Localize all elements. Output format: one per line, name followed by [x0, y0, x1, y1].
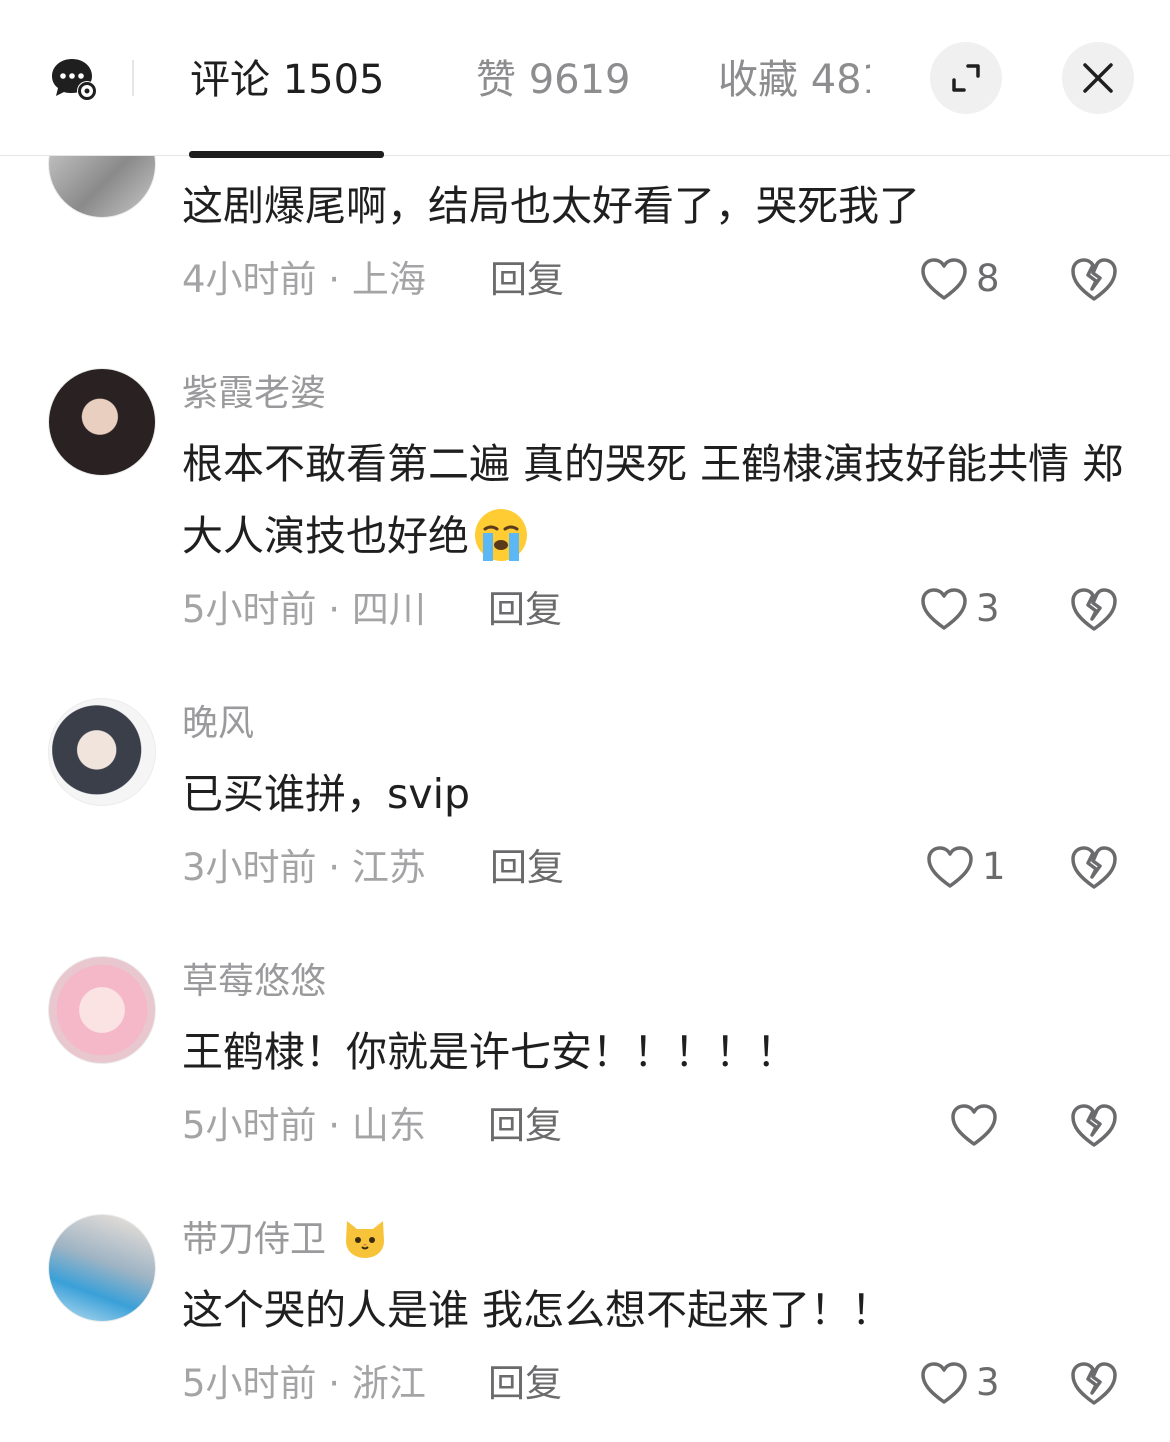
cat-face-icon	[346, 1221, 385, 1258]
crying-face-icon	[475, 509, 527, 561]
tab-likes[interactable]: 赞 9619	[476, 56, 631, 104]
comment-panel-header: 评论 1505 赞 9619 收藏 481	[0, 0, 1170, 158]
reply-button[interactable]: 回复	[488, 1104, 562, 1148]
comment-time: 4小时前	[182, 258, 317, 301]
like-button[interactable]: 3	[920, 586, 1000, 632]
heart-icon	[921, 1362, 967, 1404]
comment-text: 这个哭的人是谁 我怎么想不起来了！！	[182, 1286, 893, 1334]
tab-comments[interactable]: 评论 1505	[190, 56, 385, 104]
close-button[interactable]	[1062, 42, 1134, 114]
meta-separator: ·	[316, 258, 352, 301]
comment-time: 5小时前	[182, 1362, 317, 1405]
expand-button[interactable]	[930, 42, 1002, 114]
meta-separator: ·	[316, 588, 352, 631]
heart-icon	[927, 846, 973, 888]
expand-icon	[952, 64, 980, 92]
comment-meta: 5小时前 · 山东	[182, 1104, 426, 1148]
like-button[interactable]: 3	[920, 1360, 1000, 1406]
reply-button[interactable]: 回复	[490, 846, 564, 890]
comment-username[interactable]: 晚风	[182, 702, 254, 746]
comment-location: 山东	[351, 1104, 426, 1147]
heart-icon	[921, 258, 967, 300]
comment-text-content: 根本不敢看第二遍 真的哭死 王鹤棣演技好能共情 郑大人演技也好绝	[182, 440, 1124, 560]
comment-location: 四川	[351, 588, 426, 631]
comment-location: 浙江	[351, 1362, 426, 1405]
tab-favorites[interactable]: 收藏 481	[718, 56, 870, 104]
reply-button[interactable]: 回复	[488, 588, 562, 632]
avatar[interactable]	[48, 956, 156, 1064]
broken-heart-icon[interactable]	[1070, 1360, 1118, 1406]
like-button[interactable]: 8	[920, 256, 1000, 302]
comment-text: 这剧爆尾啊，结局也太好看了，哭死我了	[182, 182, 920, 230]
broken-heart-icon[interactable]	[1070, 844, 1118, 890]
chat-settings-icon[interactable]	[50, 57, 98, 101]
comment-username[interactable]: 紫霞老婆	[182, 372, 326, 416]
active-tab-indicator	[189, 151, 384, 158]
avatar[interactable]	[48, 1214, 156, 1322]
avatar[interactable]	[48, 698, 156, 806]
comment-meta: 4小时前 · 上海	[182, 258, 426, 302]
comment-text: 根本不敢看第二遍 真的哭死 王鹤棣演技好能共情 郑大人演技也好绝	[182, 428, 1132, 572]
comment-time: 3小时前	[182, 846, 317, 889]
like-count: 3	[976, 587, 1000, 630]
avatar[interactable]	[48, 368, 156, 476]
comment-meta: 5小时前 · 浙江	[182, 1362, 426, 1406]
meta-separator: ·	[316, 1362, 352, 1405]
comment-location: 江苏	[351, 846, 426, 889]
header-divider	[132, 60, 134, 96]
comment-time: 5小时前	[182, 588, 317, 631]
close-icon	[1083, 63, 1113, 93]
heart-icon	[951, 1104, 997, 1146]
comment-text: 王鹤棣！你就是许七安！！！！！	[182, 1028, 797, 1076]
like-button[interactable]	[950, 1102, 1006, 1148]
like-count: 1	[982, 845, 1006, 888]
comment-username[interactable]: 带刀侍卫	[182, 1218, 388, 1262]
comment-time: 5小时前	[182, 1104, 317, 1147]
comment-meta: 3小时前 · 江苏	[182, 846, 426, 890]
broken-heart-icon[interactable]	[1070, 256, 1118, 302]
like-button[interactable]: 1	[926, 844, 1006, 890]
broken-heart-icon[interactable]	[1070, 586, 1118, 632]
heart-icon	[921, 588, 967, 630]
like-count: 8	[976, 257, 1000, 300]
comment-text: 已买谁拼，svip	[182, 770, 471, 818]
like-count: 3	[976, 1361, 1000, 1404]
reply-button[interactable]: 回复	[488, 1362, 562, 1406]
comment-location: 上海	[351, 258, 426, 301]
meta-separator: ·	[316, 846, 352, 889]
meta-separator: ·	[316, 1104, 352, 1147]
comment-meta: 5小时前 · 四川	[182, 588, 426, 632]
username-text: 带刀侍卫	[182, 1219, 327, 1260]
broken-heart-icon[interactable]	[1070, 1102, 1118, 1148]
reply-button[interactable]: 回复	[490, 258, 564, 302]
comment-username[interactable]: 草莓悠悠	[182, 960, 326, 1004]
